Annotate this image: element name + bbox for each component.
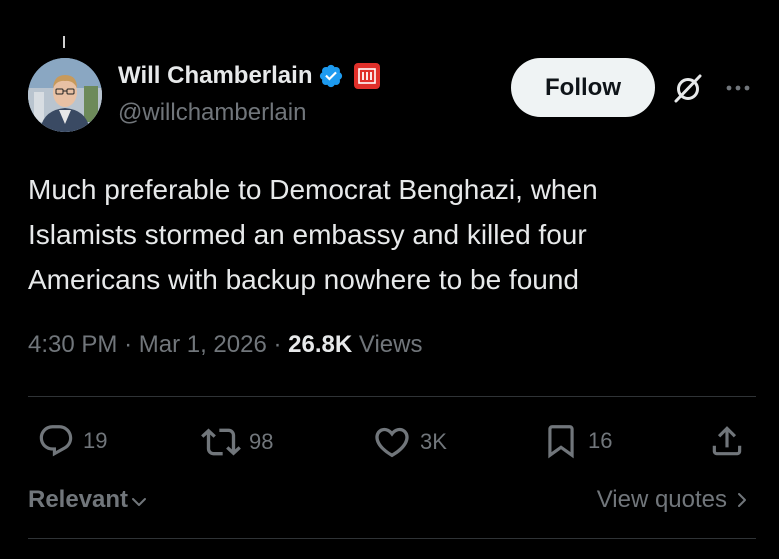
display-name[interactable]: Will Chamberlain <box>118 62 312 90</box>
avatar-image <box>28 58 102 132</box>
tweet-text: Much preferable to Democrat Benghazi, wh… <box>28 167 748 302</box>
like-icon <box>375 427 409 458</box>
divider <box>28 538 756 539</box>
avatar[interactable] <box>28 58 102 132</box>
views-label: Views <box>358 331 423 358</box>
more-icon[interactable] <box>722 80 754 96</box>
divider <box>28 396 756 397</box>
reply-button[interactable]: 19 <box>37 422 107 460</box>
tweet-date[interactable]: Mar 1, 2026 <box>139 331 267 358</box>
verified-badge-icon[interactable] <box>318 63 344 89</box>
share-icon <box>712 426 742 456</box>
sort-label: Relevant <box>28 486 129 513</box>
repost-count: 98 <box>249 429 274 454</box>
chevron-down-icon <box>132 498 147 506</box>
handle[interactable]: @willchamberlain <box>118 99 306 127</box>
reply-icon <box>39 425 73 457</box>
bookmark-button[interactable]: 16 <box>542 422 612 460</box>
meta-separator: · <box>124 331 133 358</box>
like-count: 3K <box>420 429 447 454</box>
share-button[interactable] <box>708 422 746 460</box>
tweet-time[interactable]: 4:30 PM <box>28 331 117 358</box>
affiliation-badge-icon[interactable] <box>354 63 381 89</box>
chevron-right-icon <box>738 493 746 507</box>
sort-dropdown[interactable]: Relevant <box>28 486 148 514</box>
views-count: 26.8K <box>288 331 353 358</box>
meta-separator: · <box>273 331 282 358</box>
like-button[interactable]: 3K <box>372 422 447 462</box>
tweet-text-line: Americans with backup nowhere to be foun… <box>28 264 579 295</box>
view-quotes-link[interactable]: View quotes <box>597 486 751 514</box>
follow-button[interactable]: Follow <box>511 58 655 117</box>
tweet-text-line: Islamists stormed an embassy and killed … <box>28 219 587 250</box>
repost-icon <box>201 428 241 456</box>
name-row: Will Chamberlain <box>118 62 381 90</box>
view-quotes-label: View quotes <box>596 486 727 513</box>
thread-line <box>63 36 65 48</box>
grok-icon[interactable] <box>672 72 704 104</box>
tweet-text-line: Much preferable to Democrat Benghazi, wh… <box>28 174 598 205</box>
tweet-meta: 4:30 PM · Mar 1, 2026 · 26.8K Views <box>28 331 422 359</box>
bookmark-count: 16 <box>588 428 613 453</box>
reply-count: 19 <box>83 428 108 453</box>
bookmark-icon <box>548 425 574 459</box>
repost-button[interactable]: 98 <box>201 422 273 462</box>
